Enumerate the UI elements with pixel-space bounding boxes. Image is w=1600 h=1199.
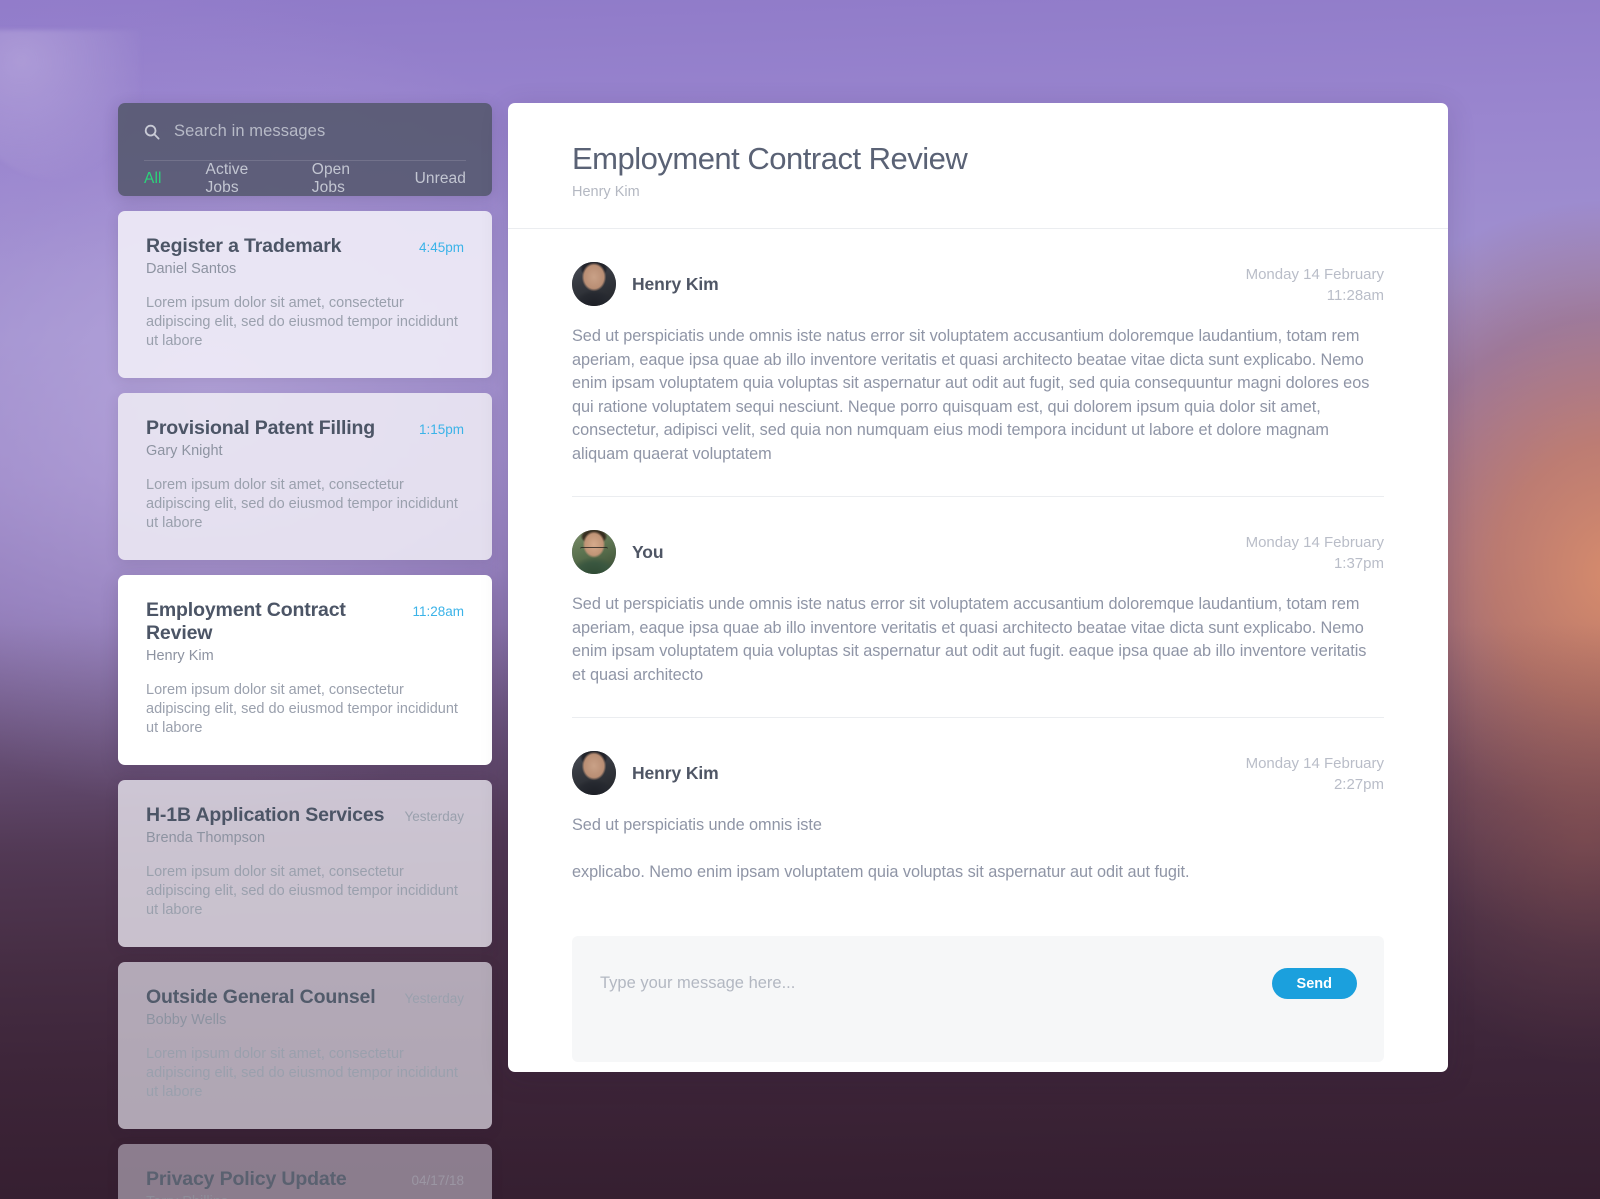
conversation-title: Employment Contract Review (146, 599, 346, 644)
message-body: Sed ut perspiciatis unde omnis iste natu… (572, 325, 1384, 496)
conversation-list-item[interactable]: H-1B Application Services Yesterday Bren… (118, 780, 492, 947)
message-date: Monday 14 February (1245, 266, 1384, 283)
filter-tab-all[interactable]: All (144, 170, 162, 188)
search-row[interactable]: Search in messages (144, 103, 466, 161)
app-root: Search in messages All Active Jobs Open … (0, 0, 1600, 1199)
conversation-list-item-selected[interactable]: Employment Contract Review 11:28am Henry… (118, 575, 492, 765)
page-title: Employment Contract Review (572, 141, 968, 176)
avatar-photo (572, 262, 616, 306)
message-item: Henry Kim Monday 14 February 2:27pm Sed … (572, 717, 1384, 914)
conversation-time: 4:45pm (418, 240, 464, 255)
search-panel: Search in messages All Active Jobs Open … (118, 103, 492, 196)
conversation-row-top: Employment Contract Review 11:28am (146, 599, 464, 645)
conversation-list: Register a Trademark 4:45pm Daniel Santo… (118, 211, 492, 1199)
message-time: 2:27pm (1333, 776, 1384, 793)
conversation-row-top: Outside General Counsel Yesterday (146, 986, 464, 1009)
conversation-time: Yesterday (404, 809, 464, 824)
message-item: Henry Kim Monday 14 February 11:28am Sed… (572, 229, 1384, 496)
avatar (572, 751, 616, 795)
message-timestamp: Monday 14 February 1:37pm (1246, 530, 1384, 574)
message-body: Sed ut perspiciatis unde omnis iste expl… (572, 814, 1384, 914)
conversation-preview: Lorem ipsum dolor sit amet, consectetur … (146, 477, 458, 531)
message-header: You Monday 14 February 1:37pm (572, 530, 1384, 574)
conversation-title: H-1B Application Services (146, 804, 385, 826)
filter-tab-open-jobs[interactable]: Open Jobs (312, 161, 371, 197)
glasses-icon (580, 547, 608, 554)
conversation-owner: Henry Kim (572, 184, 640, 200)
conversation-list-item[interactable]: Privacy Policy Update 04/17/18 Terry Phi… (118, 1144, 492, 1199)
message-paragraph: Sed ut perspiciatis unde omnis iste (572, 816, 822, 834)
conversation-list-item[interactable]: Outside General Counsel Yesterday Bobby … (118, 962, 492, 1129)
message-header: Henry Kim Monday 14 February 2:27pm (572, 751, 1384, 795)
message-time: 1:37pm (1333, 555, 1384, 572)
conversation-title: Privacy Policy Update (146, 1168, 347, 1190)
conversation-sender: Terry Phillips (146, 1194, 464, 1199)
conversation-row-top: H-1B Application Services Yesterday (146, 804, 464, 827)
filter-tab-unread[interactable]: Unread (415, 170, 466, 188)
conversation-detail-panel: Employment Contract Review Henry Kim Hen… (508, 103, 1448, 1072)
message-author: You (572, 530, 664, 574)
message-time: 11:28am (1326, 287, 1384, 304)
message-timestamp: Monday 14 February 11:28am (1246, 262, 1384, 306)
conversation-sender: Brenda Thompson (146, 830, 266, 846)
conversation-time: Yesterday (404, 991, 464, 1006)
message-input[interactable]: Type your message here... (600, 974, 795, 992)
conversation-time: 11:28am (412, 604, 464, 619)
conversation-title: Outside General Counsel (146, 986, 376, 1008)
message-sender-name: Henry Kim (632, 762, 719, 783)
message-paragraph: Sed ut perspiciatis unde omnis iste natu… (572, 595, 1367, 684)
message-paragraph: explicabo. Nemo enim ipsam voluptatem qu… (572, 862, 1190, 881)
conversation-row-top: Provisional Patent Filling 1:15pm (146, 417, 464, 440)
conversation-list-item[interactable]: Register a Trademark 4:45pm Daniel Santo… (118, 211, 492, 378)
conversation-time: 1:15pm (418, 422, 464, 437)
send-button[interactable]: Send (1271, 968, 1357, 999)
avatar (572, 262, 616, 306)
conversation-preview: Lorem ipsum dolor sit amet, consectetur … (146, 682, 458, 736)
message-author: Henry Kim (572, 751, 719, 795)
conversation-sender: Gary Knight (146, 443, 223, 459)
conversation-preview: Lorem ipsum dolor sit amet, consectetur … (146, 295, 458, 349)
message-item: You Monday 14 February 1:37pm Sed ut per… (572, 496, 1384, 717)
message-composer[interactable]: Type your message here... Send (572, 936, 1384, 1062)
conversation-header: Employment Contract Review Henry Kim (508, 103, 1448, 229)
message-header: Henry Kim Monday 14 February 11:28am (572, 262, 1384, 306)
message-sender-name: Henry Kim (632, 273, 719, 294)
message-author: Henry Kim (572, 262, 719, 306)
message-paragraph: Sed ut perspiciatis unde omnis iste natu… (572, 327, 1370, 463)
conversation-preview: Lorem ipsum dolor sit amet, consectetur … (146, 864, 458, 918)
conversation-sender: Bobby Wells (146, 1012, 227, 1028)
avatar (572, 530, 616, 574)
conversation-row-top: Privacy Policy Update 04/17/18 (146, 1168, 464, 1191)
conversation-title: Register a Trademark (146, 235, 342, 257)
message-body: Sed ut perspiciatis unde omnis iste natu… (572, 593, 1384, 717)
search-icon (144, 124, 160, 140)
conversation-preview: Lorem ipsum dolor sit amet, consectetur … (146, 1046, 458, 1100)
conversation-time: 04/17/18 (411, 1173, 464, 1188)
conversation-sender: Henry Kim (146, 648, 214, 664)
message-thread: Henry Kim Monday 14 February 11:28am Sed… (508, 229, 1448, 914)
message-date: Monday 14 February (1245, 534, 1384, 551)
conversation-sidebar: Search in messages All Active Jobs Open … (118, 103, 492, 1199)
conversation-sender: Daniel Santos (146, 261, 237, 277)
conversation-row-top: Register a Trademark 4:45pm (146, 235, 464, 258)
filter-tabs: All Active Jobs Open Jobs Unread (144, 161, 466, 196)
message-sender-name: You (632, 541, 664, 562)
avatar-photo (572, 751, 616, 795)
conversation-title: Provisional Patent Filling (146, 417, 376, 439)
filter-tab-active-jobs[interactable]: Active Jobs (206, 161, 268, 197)
search-input[interactable]: Search in messages (174, 122, 325, 141)
message-timestamp: Monday 14 February 2:27pm (1246, 751, 1384, 795)
message-date: Monday 14 February (1245, 755, 1384, 772)
conversation-list-item[interactable]: Provisional Patent Filling 1:15pm Gary K… (118, 393, 492, 560)
